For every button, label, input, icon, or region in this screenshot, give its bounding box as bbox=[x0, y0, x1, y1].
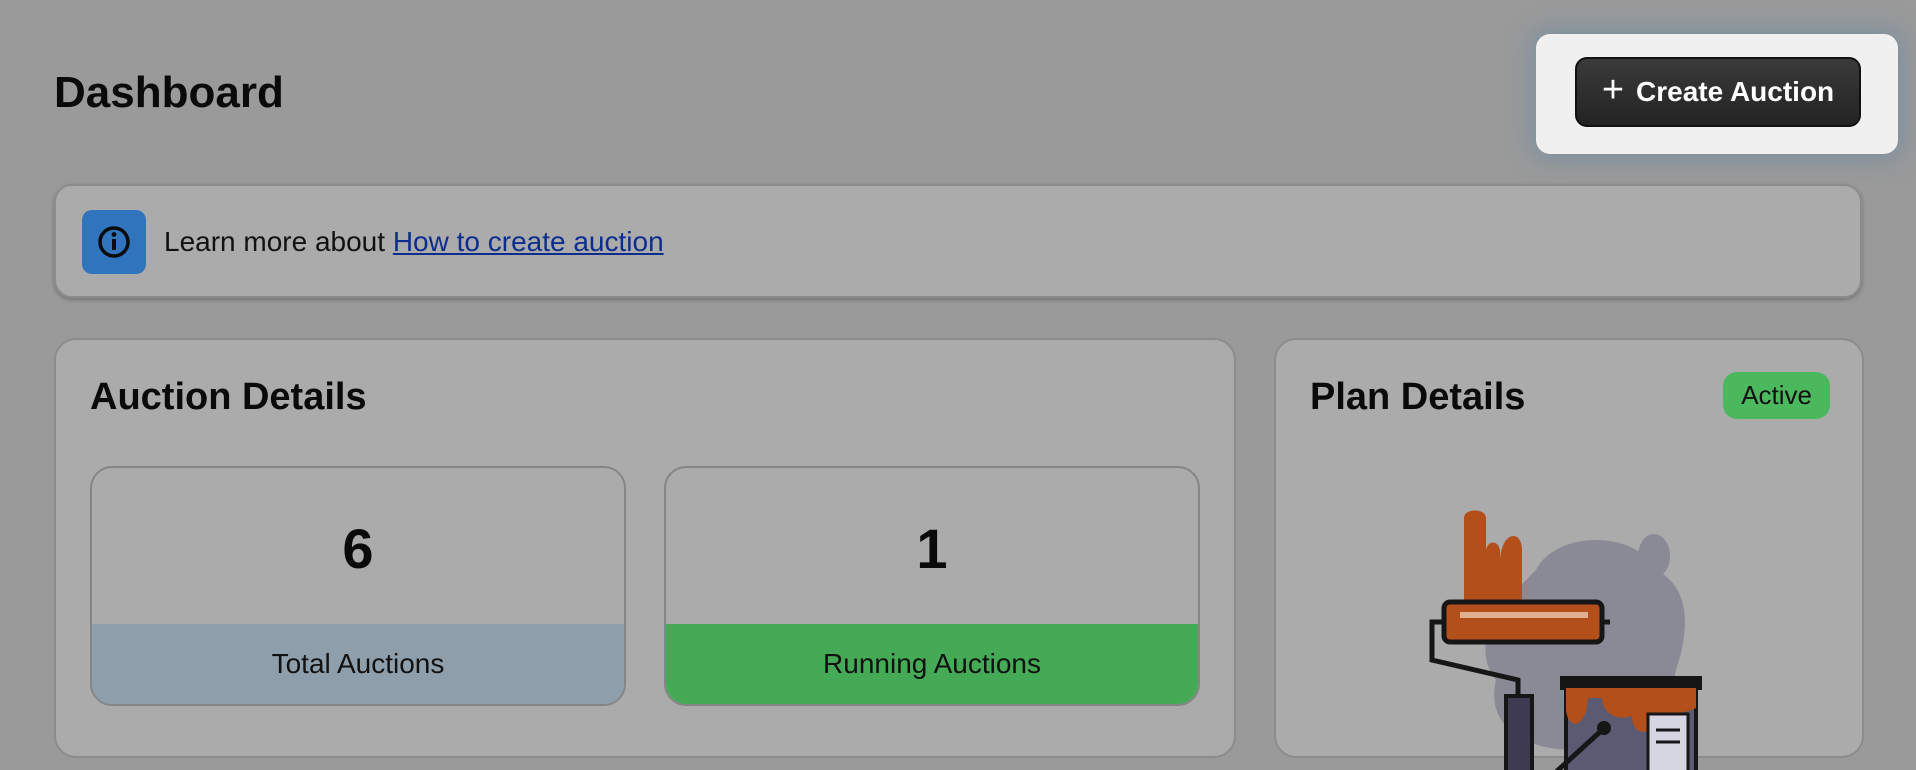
status-badge: Active bbox=[1723, 372, 1830, 419]
page-title: Dashboard bbox=[54, 68, 284, 117]
auction-details-card: Auction Details 6 Total Auctions 1 Runni… bbox=[54, 338, 1236, 758]
auction-details-title: Auction Details bbox=[90, 376, 367, 418]
info-banner: Learn more about How to create auction bbox=[54, 184, 1862, 298]
info-icon bbox=[82, 210, 146, 274]
how-to-create-auction-link[interactable]: How to create auction bbox=[393, 226, 664, 257]
create-auction-highlight: + Create Auction bbox=[1536, 34, 1898, 154]
plan-details-card: Plan Details Active bbox=[1274, 338, 1864, 770]
plan-details-title: Plan Details bbox=[1310, 376, 1526, 418]
create-auction-button[interactable]: + Create Auction bbox=[1575, 57, 1861, 127]
running-auctions-stat[interactable]: 1 Running Auctions bbox=[664, 466, 1200, 706]
running-auctions-count: 1 bbox=[916, 517, 948, 580]
running-auctions-label: Running Auctions bbox=[666, 624, 1198, 704]
total-auctions-label: Total Auctions bbox=[92, 624, 624, 704]
create-auction-label: Create Auction bbox=[1636, 76, 1835, 107]
info-message: Learn more about bbox=[164, 226, 386, 257]
plus-icon: + bbox=[1601, 69, 1625, 111]
info-text: Learn more about How to create auction bbox=[164, 226, 664, 258]
paint-roller-illustration bbox=[1429, 510, 1702, 770]
total-auctions-count: 6 bbox=[342, 517, 374, 580]
total-auctions-stat[interactable]: 6 Total Auctions bbox=[90, 466, 626, 706]
